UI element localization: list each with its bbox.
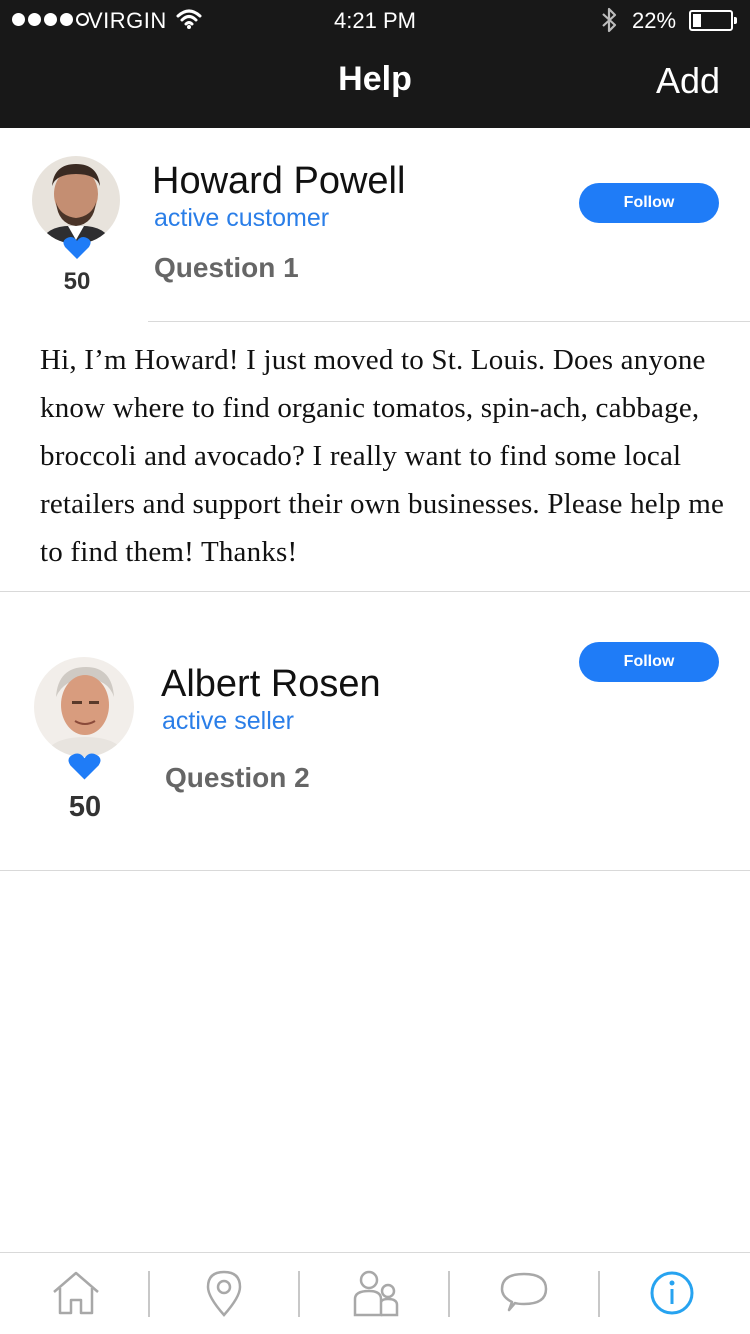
- battery-level: [693, 14, 701, 27]
- tab-chat[interactable]: [494, 1267, 554, 1323]
- divider: [0, 870, 750, 871]
- question-body: Hi, I’m Howard! I just moved to St. Loui…: [40, 344, 725, 568]
- tab-separator: [298, 1271, 300, 1317]
- battery-percent: 22%: [632, 8, 677, 33]
- author-role: active customer: [154, 204, 330, 232]
- avatar[interactable]: [32, 156, 120, 244]
- tab-bar: [0, 1252, 750, 1334]
- avatar[interactable]: [34, 657, 134, 757]
- tab-location[interactable]: [194, 1267, 254, 1323]
- tab-people[interactable]: [346, 1267, 406, 1323]
- follow-button[interactable]: Follow: [579, 642, 719, 682]
- battery-icon: [689, 10, 737, 31]
- author-name[interactable]: Howard Powell: [152, 160, 405, 203]
- like-count: 50: [68, 791, 102, 823]
- home-icon: [50, 1270, 102, 1321]
- author-name[interactable]: Albert Rosen: [161, 663, 381, 706]
- status-bar: VIRGIN 4:21 PM 22%: [0, 0, 750, 40]
- heart-icon[interactable]: [63, 236, 91, 265]
- tab-separator: [448, 1271, 450, 1317]
- question-title[interactable]: Question 1: [154, 252, 299, 284]
- tab-separator: [598, 1271, 600, 1317]
- top-bar: VIRGIN 4:21 PM 22% Help Add: [0, 0, 750, 128]
- info-icon: [648, 1269, 696, 1322]
- add-button[interactable]: Add: [656, 60, 720, 102]
- tab-separator: [148, 1271, 150, 1317]
- page-title: Help: [338, 60, 412, 98]
- divider: [0, 591, 750, 592]
- author-role: active seller: [162, 707, 294, 735]
- tab-home[interactable]: [46, 1267, 106, 1323]
- follow-button[interactable]: Follow: [579, 183, 719, 223]
- tab-info[interactable]: [642, 1267, 702, 1323]
- divider: [148, 321, 750, 322]
- like-count: 50: [63, 268, 91, 295]
- question-title[interactable]: Question 2: [165, 762, 310, 794]
- people-icon: [351, 1269, 401, 1322]
- location-pin-icon: [204, 1269, 244, 1322]
- bluetooth-icon: [600, 7, 618, 39]
- chat-bubble-icon: [499, 1270, 549, 1321]
- heart-icon[interactable]: [68, 752, 101, 786]
